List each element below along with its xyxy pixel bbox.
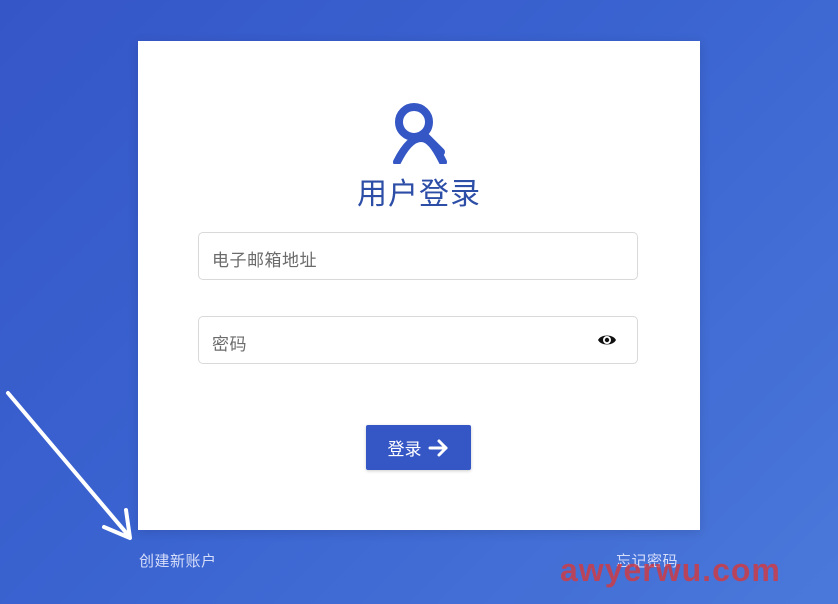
email-field[interactable]: 电子邮箱地址 [198,232,638,280]
create-account-link[interactable]: 创建新账户 [139,550,217,571]
email-placeholder: 电子邮箱地址 [212,251,317,271]
arrow-right-icon [428,439,447,456]
login-button-label: 登录 [387,440,422,460]
eye-icon[interactable] [597,332,617,348]
watermark: awyerwu.com [560,552,781,588]
brand-logo-icon [393,103,447,164]
annotation-arrow-icon [6,391,132,540]
password-field[interactable]: 密码 [198,316,638,364]
login-button[interactable]: 登录 [366,425,471,470]
page-title: 用户登录 [357,177,481,212]
password-placeholder: 密码 [212,335,247,355]
login-card: 用户登录 电子邮箱地址 密码 登录 [138,41,700,530]
